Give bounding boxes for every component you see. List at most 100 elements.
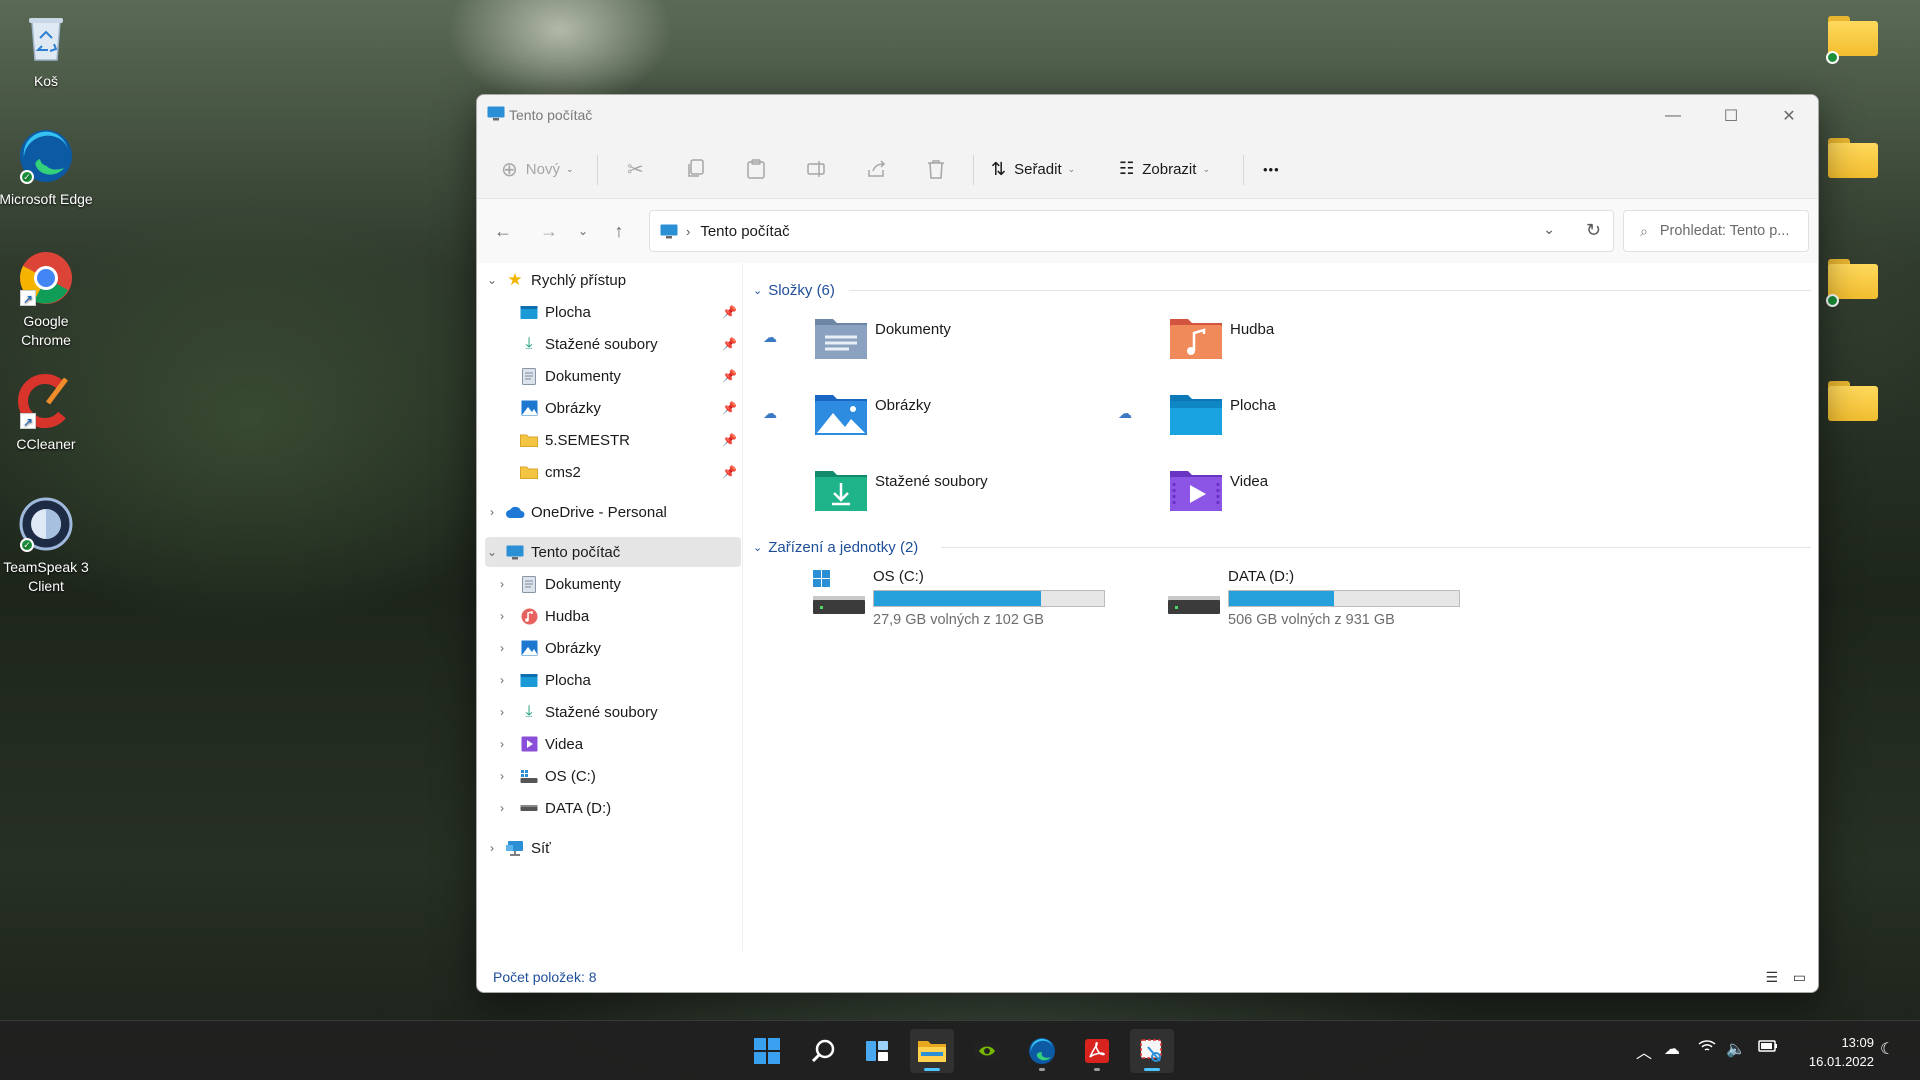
search-input[interactable] (1659, 223, 1795, 239)
acrobat-taskbar-button[interactable] (1075, 1029, 1119, 1073)
address-bar[interactable]: › Tento počítač ⌄ ↻ (649, 210, 1614, 252)
desktop-folder-3[interactable] (1826, 259, 1880, 307)
system-clock[interactable]: 13:09 16.01.2022 (1809, 1033, 1874, 1071)
sidebar-item-5semestr[interactable]: 5.SEMESTR 📌 (485, 425, 741, 455)
sidebar-item-plocha-pinned[interactable]: Plocha 📌 (485, 297, 741, 327)
downloads-folder-icon (815, 471, 867, 511)
edge-taskbar-button[interactable] (1020, 1029, 1064, 1073)
sidebar-item-drive-d[interactable]: › DATA (D:) (485, 793, 741, 823)
forward-button[interactable]: → (535, 219, 563, 243)
sidebar-onedrive[interactable]: › OneDrive - Personal (485, 497, 741, 527)
sidebar-quick-access[interactable]: ⌄ ★ Rychlý přístup (485, 265, 741, 295)
delete-button[interactable] (927, 153, 945, 185)
chevron-right-icon[interactable]: › (495, 673, 509, 687)
folder-tile-documents[interactable]: ☁ Dokumenty (763, 311, 1093, 371)
sidebar-item-downloads[interactable]: › ⤓ Stažené soubory (485, 697, 741, 727)
desktop-icon-chrome[interactable]: ↗ Google Chrome (0, 250, 93, 350)
chevron-down-icon[interactable]: ⌄ (485, 273, 499, 287)
folder-tile-pictures[interactable]: ☁ Obrázky (763, 387, 1093, 447)
folder-tile-videos[interactable]: Videa (1118, 463, 1448, 523)
rename-button[interactable] (807, 153, 827, 185)
sidebar-item-label: 5.SEMESTR (545, 431, 631, 449)
folder-tile-downloads[interactable]: Stažené soubory (763, 463, 1093, 523)
breadcrumb-this-pc[interactable]: Tento počítač (700, 223, 789, 240)
copy-button[interactable] (687, 153, 705, 185)
search-taskbar-button[interactable] (801, 1029, 845, 1073)
view-button[interactable]: ☷ Zobrazit ⌄ (1119, 153, 1210, 185)
paste-button[interactable] (747, 153, 765, 185)
desktop-icon-recycle-bin[interactable]: Koš (0, 10, 93, 91)
chevron-right-icon[interactable]: › (485, 841, 499, 855)
folder-tile-music[interactable]: Hudba (1118, 311, 1448, 371)
desktop-icon-label: Koš (33, 73, 59, 89)
chevron-right-icon[interactable]: › (495, 577, 509, 591)
onedrive-cloud-icon[interactable]: ☁ (1664, 1039, 1680, 1059)
desktop-icon-ccleaner[interactable]: ↗ CCleaner (0, 373, 93, 454)
desktop-folder-2[interactable] (1826, 138, 1880, 180)
maximize-button[interactable]: ☐ (1702, 95, 1760, 137)
sidebar-item-cms2[interactable]: cms2 📌 (485, 457, 741, 487)
desktop-icon-teamspeak[interactable]: ✓ TeamSpeak 3 Client (0, 496, 93, 596)
new-button[interactable]: ⊕ Nový ⌄ (501, 153, 574, 185)
sidebar-item-documents[interactable]: › Dokumenty (485, 569, 741, 599)
more-options-button[interactable]: ••• (1263, 153, 1280, 185)
sidebar-item-drive-c[interactable]: › OS (C:) (485, 761, 741, 791)
back-button[interactable]: ← (489, 219, 517, 243)
wifi-icon[interactable] (1698, 1039, 1716, 1058)
close-button[interactable]: ✕ (1760, 95, 1818, 137)
snipping-tool-taskbar-button[interactable] (1130, 1029, 1174, 1073)
sidebar-item-label: DATA (D:) (545, 799, 612, 817)
drive-tile-c[interactable]: OS (C:) 27,9 GB volných z 102 GB (811, 568, 1171, 628)
desktop-folder-1[interactable] (1826, 16, 1880, 64)
paste-icon (747, 159, 765, 179)
sidebar-network[interactable]: › Síť (485, 833, 741, 863)
chevron-right-icon[interactable]: › (495, 737, 509, 751)
chevron-right-icon[interactable]: › (495, 769, 509, 783)
chevron-right-icon[interactable]: › (485, 505, 499, 519)
drives-group-header[interactable]: ⌄ Zařízení a jednotky (2) (753, 536, 918, 558)
tiles-view-icon[interactable]: ▭ (1793, 969, 1806, 986)
chevron-right-icon[interactable]: › (495, 705, 509, 719)
file-explorer-taskbar-button[interactable] (910, 1029, 954, 1073)
folders-group-header[interactable]: ⌄ Složky (6) (753, 279, 835, 301)
sidebar-item-documents-pinned[interactable]: Dokumenty 📌 (485, 361, 741, 391)
cut-button[interactable]: ✂ (627, 153, 644, 185)
show-hidden-icons-chevron-up-icon[interactable]: ︿ (1636, 1039, 1652, 1063)
sidebar-item-pictures[interactable]: › Obrázky (485, 633, 741, 663)
sort-button[interactable]: ⇅ Seřadit ⌄ (991, 153, 1075, 185)
chevron-down-icon[interactable]: ⌄ (1543, 221, 1555, 238)
share-button[interactable] (867, 153, 887, 185)
search-box[interactable]: ⌕ (1623, 210, 1809, 252)
volume-icon[interactable]: 🔈 (1726, 1039, 1746, 1059)
widgets-button[interactable] (855, 1029, 899, 1073)
up-button[interactable]: ↑ (605, 219, 633, 243)
chevron-down-icon[interactable]: ⌄ (485, 545, 499, 559)
folder-tile-desktop[interactable]: ☁ Plocha (1118, 387, 1448, 447)
chevron-right-icon[interactable]: › (495, 801, 509, 815)
refresh-icon[interactable]: ↻ (1586, 220, 1601, 241)
document-icon (519, 575, 539, 593)
recent-locations-button[interactable]: ⌄ (569, 219, 597, 243)
battery-icon[interactable] (1758, 1039, 1778, 1058)
nvidia-taskbar-button[interactable] (965, 1029, 1009, 1073)
star-icon: ★ (507, 270, 523, 289)
desktop-icon-edge[interactable]: ✓ Microsoft Edge (0, 128, 93, 209)
sidebar-item-pictures-pinned[interactable]: Obrázky 📌 (485, 393, 741, 423)
sidebar-item-downloads-pinned[interactable]: ⤓ Stažené soubory 📌 (485, 329, 741, 359)
chevron-right-icon[interactable]: › (495, 641, 509, 655)
chevron-down-icon: ⌄ (565, 163, 574, 174)
desktop-folder-4[interactable] (1826, 381, 1880, 423)
start-button[interactable] (745, 1029, 789, 1073)
title-bar[interactable]: Tento počítač — ☐ ✕ (477, 95, 1818, 137)
sidebar-item-desktop[interactable]: › Plocha (485, 665, 741, 695)
minimize-button[interactable]: — (1644, 95, 1702, 137)
details-view-icon[interactable]: ☰ (1765, 969, 1778, 986)
focus-assist-moon-icon[interactable]: ☾ (1880, 1039, 1894, 1059)
download-icon: ⤓ (525, 335, 533, 352)
videos-folder-icon (1170, 471, 1222, 511)
drive-tile-d[interactable]: DATA (D:) 506 GB volných z 931 GB (1166, 568, 1526, 628)
chevron-right-icon[interactable]: › (495, 609, 509, 623)
sidebar-item-videos[interactable]: › Videa (485, 729, 741, 759)
sidebar-item-music[interactable]: › Hudba (485, 601, 741, 631)
sidebar-this-pc[interactable]: ⌄ Tento počítač (485, 537, 741, 567)
